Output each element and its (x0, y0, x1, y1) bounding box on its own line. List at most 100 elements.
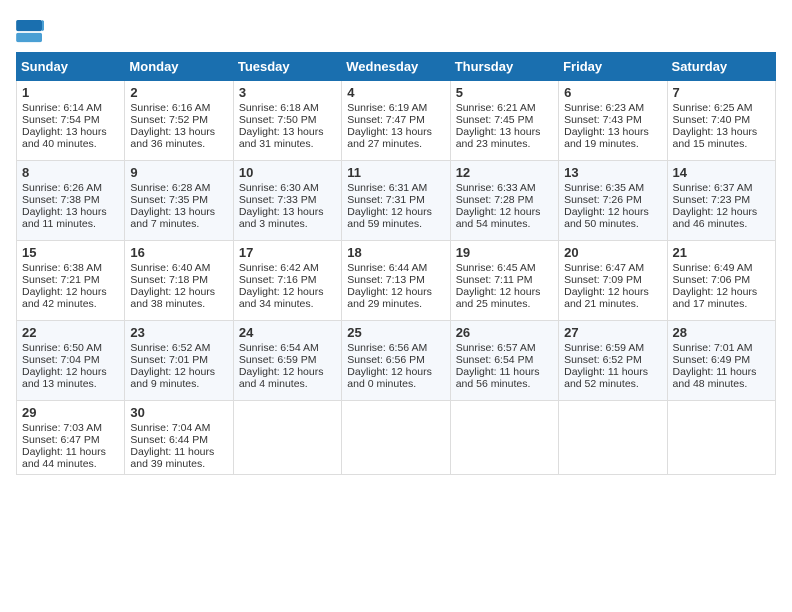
header-wednesday: Wednesday (342, 53, 450, 81)
day-number: 22 (22, 325, 119, 340)
day-info-line: Daylight: 11 hours (456, 366, 553, 378)
day-number: 28 (673, 325, 770, 340)
day-info-line: and 38 minutes. (130, 298, 227, 310)
calendar-cell (450, 401, 558, 475)
calendar-cell (559, 401, 667, 475)
day-info-line: and 17 minutes. (673, 298, 770, 310)
day-info-line: Sunset: 7:06 PM (673, 274, 770, 286)
calendar-cell (233, 401, 341, 475)
day-info-line: Daylight: 12 hours (239, 286, 336, 298)
day-info-line: and 29 minutes. (347, 298, 444, 310)
day-info-line: and 19 minutes. (564, 138, 661, 150)
calendar-cell: 9 Sunrise: 6:28 AMSunset: 7:35 PMDaylight… (125, 161, 233, 241)
day-info-line: Sunset: 7:18 PM (130, 274, 227, 286)
calendar-cell: 15Sunrise: 6:38 AMSunset: 7:21 PMDayligh… (17, 241, 125, 321)
day-info-line: Daylight: 13 hours (456, 126, 553, 138)
day-info-line: Daylight: 12 hours (130, 366, 227, 378)
day-info-line: Daylight: 13 hours (22, 126, 119, 138)
day-info-line: Sunrise: 6:18 AM (239, 102, 336, 114)
day-number: 1 (22, 85, 119, 100)
day-info-line: Sunrise: 6:49 AM (673, 262, 770, 274)
day-info-line: and 0 minutes. (347, 378, 444, 390)
day-number: 27 (564, 325, 661, 340)
day-info-line: Daylight: 13 hours (673, 126, 770, 138)
day-info-line: Daylight: 13 hours (130, 206, 227, 218)
day-info-line: Daylight: 12 hours (564, 206, 661, 218)
calendar-cell: 14Sunrise: 6:37 AMSunset: 7:23 PMDayligh… (667, 161, 775, 241)
day-info-line: Sunrise: 6:40 AM (130, 262, 227, 274)
day-info-line: Sunrise: 6:38 AM (22, 262, 119, 274)
day-info-line: Sunset: 7:13 PM (347, 274, 444, 286)
day-info-line: Sunrise: 6:21 AM (456, 102, 553, 114)
calendar-cell (667, 401, 775, 475)
day-info-line: Daylight: 12 hours (239, 366, 336, 378)
calendar-cell: 23Sunrise: 6:52 AMSunset: 7:01 PMDayligh… (125, 321, 233, 401)
calendar-cell: 12Sunrise: 6:33 AMSunset: 7:28 PMDayligh… (450, 161, 558, 241)
day-info-line: Daylight: 12 hours (347, 366, 444, 378)
day-info-line: Daylight: 12 hours (456, 206, 553, 218)
page-header (16, 16, 776, 44)
day-info-line: Sunset: 6:54 PM (456, 354, 553, 366)
day-number: 20 (564, 245, 661, 260)
calendar-cell: 4Sunrise: 6:19 AMSunset: 7:47 PMDaylight… (342, 81, 450, 161)
day-number: 13 (564, 165, 661, 180)
day-info-line: Daylight: 12 hours (22, 286, 119, 298)
day-info-line: Sunset: 7:35 PM (130, 194, 227, 206)
day-info-line: Sunset: 7:31 PM (347, 194, 444, 206)
day-info-line: Daylight: 11 hours (22, 446, 119, 458)
calendar-cell: 25Sunrise: 6:56 AMSunset: 6:56 PMDayligh… (342, 321, 450, 401)
day-info-line: Daylight: 12 hours (456, 286, 553, 298)
day-number: 15 (22, 245, 119, 260)
day-info-line: Sunset: 6:52 PM (564, 354, 661, 366)
day-info-line: Sunrise: 6:23 AM (564, 102, 661, 114)
day-info-line: Sunset: 7:54 PM (22, 114, 119, 126)
day-info-line: Sunset: 7:33 PM (239, 194, 336, 206)
day-number: 5 (456, 85, 553, 100)
day-info-line: Sunrise: 6:47 AM (564, 262, 661, 274)
day-info-line: Daylight: 13 hours (239, 206, 336, 218)
day-number: 9 (130, 165, 227, 180)
day-info-line: Sunrise: 6:42 AM (239, 262, 336, 274)
day-info-line: and 23 minutes. (456, 138, 553, 150)
day-number: 30 (130, 405, 227, 420)
day-info-line: Sunset: 7:38 PM (22, 194, 119, 206)
day-info-line: and 15 minutes. (673, 138, 770, 150)
calendar-cell: 20Sunrise: 6:47 AMSunset: 7:09 PMDayligh… (559, 241, 667, 321)
day-info-line: Sunset: 6:47 PM (22, 434, 119, 446)
day-info-line: Sunset: 7:16 PM (239, 274, 336, 286)
day-info-line: and 3 minutes. (239, 218, 336, 230)
day-number: 6 (564, 85, 661, 100)
day-info-line: Sunrise: 6:50 AM (22, 342, 119, 354)
day-number: 4 (347, 85, 444, 100)
day-info-line: Daylight: 11 hours (564, 366, 661, 378)
day-number: 7 (673, 85, 770, 100)
day-info-line: Sunrise: 6:44 AM (347, 262, 444, 274)
day-info-line: Sunset: 7:23 PM (673, 194, 770, 206)
day-info-line: Sunrise: 6:28 AM (130, 182, 227, 194)
day-info-line: Sunrise: 6:52 AM (130, 342, 227, 354)
calendar-table: SundayMondayTuesdayWednesdayThursdayFrid… (16, 52, 776, 475)
day-info-line: and 46 minutes. (673, 218, 770, 230)
day-info-line: and 25 minutes. (456, 298, 553, 310)
day-info-line: Daylight: 13 hours (22, 206, 119, 218)
day-info-line: and 21 minutes. (564, 298, 661, 310)
day-info-line: and 36 minutes. (130, 138, 227, 150)
day-info-line: Sunrise: 6:59 AM (564, 342, 661, 354)
day-info-line: and 44 minutes. (22, 458, 119, 470)
calendar-cell: 17Sunrise: 6:42 AMSunset: 7:16 PMDayligh… (233, 241, 341, 321)
calendar-cell: 27 Sunrise: 6:59 AMSunset: 6:52 PMDayligh… (559, 321, 667, 401)
header-saturday: Saturday (667, 53, 775, 81)
calendar-cell: 28Sunrise: 7:01 AMSunset: 6:49 PMDayligh… (667, 321, 775, 401)
day-number: 2 (130, 85, 227, 100)
day-info-line: and 4 minutes. (239, 378, 336, 390)
day-info-line: Sunset: 7:26 PM (564, 194, 661, 206)
day-info-line: Daylight: 11 hours (130, 446, 227, 458)
day-info-line: Sunrise: 6:31 AM (347, 182, 444, 194)
header-friday: Friday (559, 53, 667, 81)
day-number: 23 (130, 325, 227, 340)
day-info-line: and 7 minutes. (130, 218, 227, 230)
day-info-line: Daylight: 12 hours (22, 366, 119, 378)
day-info-line: Sunset: 7:40 PM (673, 114, 770, 126)
day-info-line: and 39 minutes. (130, 458, 227, 470)
header-thursday: Thursday (450, 53, 558, 81)
